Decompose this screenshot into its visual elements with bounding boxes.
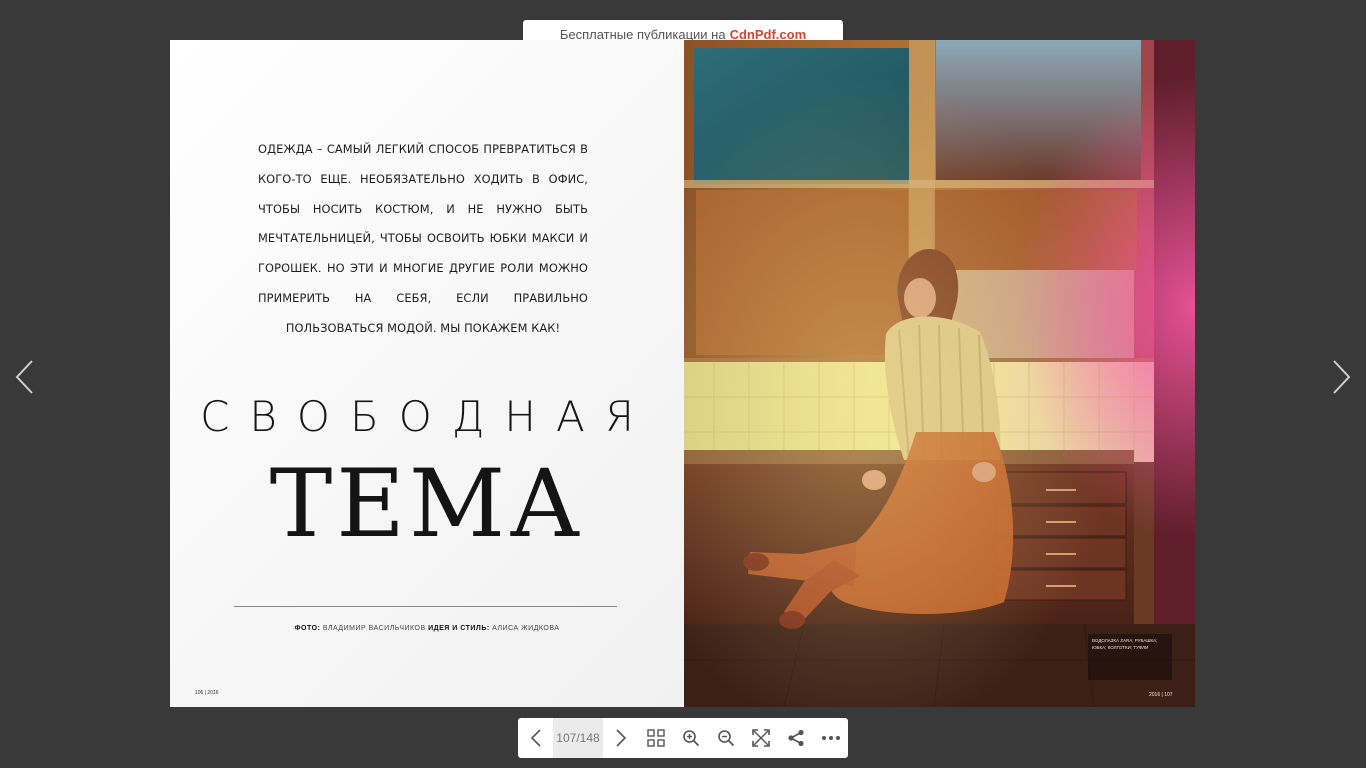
headline-top: СВОБОДНАЯ xyxy=(200,392,654,441)
prev-page-arrow[interactable] xyxy=(5,352,45,402)
magazine-page-right[interactable]: ВОДОЛАЗКА ZARA; РУБАШКА; ЮБКА; КОЛГОТКИ;… xyxy=(684,40,1195,707)
toolbar-prev-button[interactable] xyxy=(518,718,553,758)
toolbar-more-button[interactable] xyxy=(813,718,848,758)
photo-caption: ВОДОЛАЗКА ZARA; РУБАШКА; ЮБКА; КОЛГОТКИ;… xyxy=(1092,638,1158,650)
toolbar-share-button[interactable] xyxy=(778,718,813,758)
credit-photo-name: ВЛАДИМИР ВАСИЛЬЧИКОВ xyxy=(322,625,426,632)
grid-icon xyxy=(646,729,665,747)
credit-style-label: ИДЕЯ И СТИЛЬ: xyxy=(428,625,490,632)
fashion-photo xyxy=(684,40,1195,707)
zoom-out-icon xyxy=(717,730,734,747)
chevron-left-icon xyxy=(530,729,541,747)
toolbar-grid-button[interactable] xyxy=(638,718,673,758)
chevron-right-icon xyxy=(615,729,626,747)
fullscreen-icon xyxy=(751,729,770,747)
page-folio-right: 2016 | 107 xyxy=(1149,692,1173,698)
magazine-page-left[interactable]: ОДЕЖДА – САМЫЙ ЛЕГКИЙ СПОСОБ ПРЕВРАТИТЬС… xyxy=(170,40,684,707)
share-icon xyxy=(787,729,804,747)
toolbar-zoom-out-button[interactable] xyxy=(708,718,743,758)
next-page-arrow[interactable] xyxy=(1321,352,1361,402)
viewer-toolbar: 107/148 xyxy=(518,718,848,758)
chevron-right-icon xyxy=(1333,360,1351,394)
page-indicator[interactable]: 107/148 xyxy=(553,718,603,758)
toolbar-next-button[interactable] xyxy=(603,718,638,758)
page-folio-left: 106 | 2016 xyxy=(195,690,219,696)
zoom-in-icon xyxy=(682,730,699,747)
credits: ФОТО: ВЛАДИМИР ВАСИЛЬЧИКОВ ИДЕЯ И СТИЛЬ:… xyxy=(170,625,684,632)
divider-line xyxy=(234,606,617,607)
more-icon xyxy=(821,736,840,740)
intro-text: ОДЕЖДА – САМЫЙ ЛЕГКИЙ СПОСОБ ПРЕВРАТИТЬС… xyxy=(258,142,588,335)
toolbar-fullscreen-button[interactable] xyxy=(743,718,778,758)
headline-main: ТЕМА xyxy=(269,450,585,559)
credit-photo-label: ФОТО: xyxy=(294,625,321,632)
credit-style-name: АЛИСА ЖИДКОВА xyxy=(492,625,560,632)
toolbar-zoom-in-button[interactable] xyxy=(673,718,708,758)
chevron-left-icon xyxy=(15,360,33,394)
